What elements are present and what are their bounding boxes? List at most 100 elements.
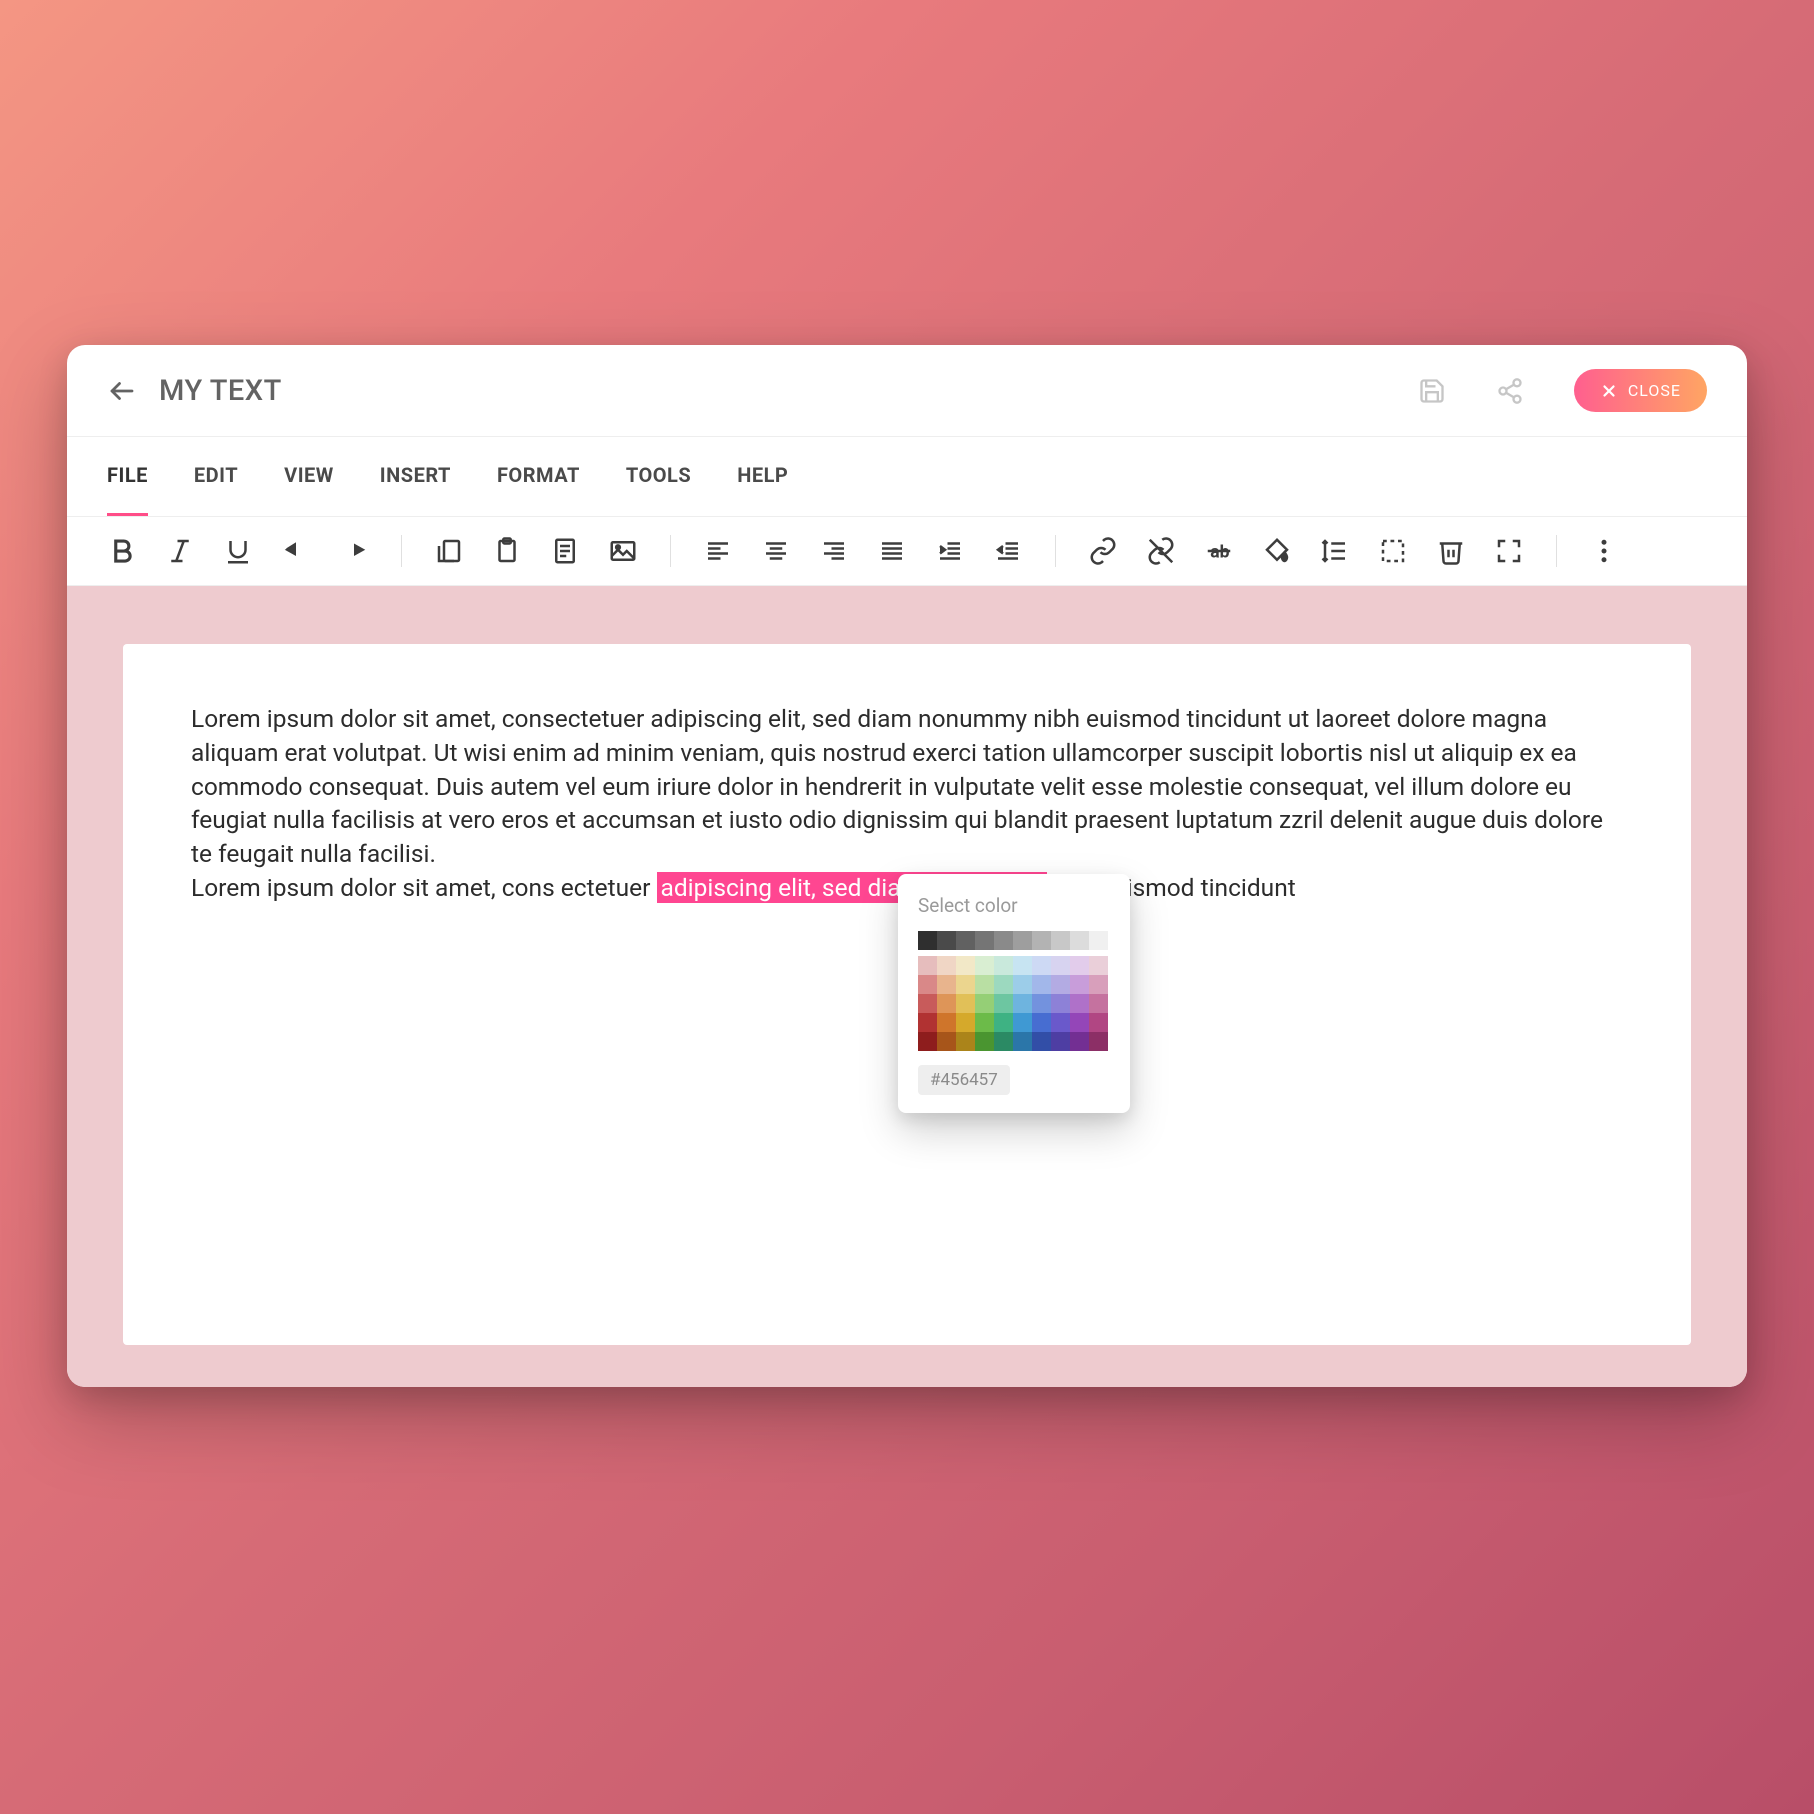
menu-insert[interactable]: INSERT <box>380 437 451 516</box>
color-swatch[interactable] <box>1051 975 1070 994</box>
hex-value[interactable]: #456457 <box>918 1065 1010 1095</box>
color-swatch[interactable] <box>1089 956 1108 975</box>
color-swatch[interactable] <box>956 956 975 975</box>
close-button[interactable]: CLOSE <box>1574 369 1707 412</box>
color-swatch[interactable] <box>918 956 937 975</box>
color-swatch[interactable] <box>937 1032 956 1051</box>
color-swatch[interactable] <box>1089 931 1108 950</box>
color-swatch[interactable] <box>918 931 937 950</box>
paste-button[interactable] <box>492 536 522 566</box>
share-icon[interactable] <box>1496 377 1524 405</box>
color-swatch[interactable] <box>1070 931 1089 950</box>
color-swatch[interactable] <box>1051 931 1070 950</box>
color-swatch[interactable] <box>937 931 956 950</box>
color-swatch[interactable] <box>975 931 994 950</box>
align-justify-button[interactable] <box>877 536 907 566</box>
color-swatch[interactable] <box>1032 956 1051 975</box>
color-swatch[interactable] <box>937 994 956 1013</box>
color-swatch[interactable] <box>956 1013 975 1032</box>
color-swatch[interactable] <box>994 956 1013 975</box>
color-swatch[interactable] <box>1013 994 1032 1013</box>
color-swatch[interactable] <box>956 975 975 994</box>
color-swatch[interactable] <box>1051 1032 1070 1051</box>
color-swatch[interactable] <box>1032 994 1051 1013</box>
color-swatch[interactable] <box>1089 994 1108 1013</box>
color-swatch[interactable] <box>1070 1032 1089 1051</box>
color-swatch[interactable] <box>1070 1013 1089 1032</box>
color-swatch[interactable] <box>1070 956 1089 975</box>
color-swatch[interactable] <box>1051 994 1070 1013</box>
color-swatch[interactable] <box>918 1032 937 1051</box>
menu-view[interactable]: VIEW <box>284 437 334 516</box>
color-swatch[interactable] <box>1089 1013 1108 1032</box>
delete-button[interactable] <box>1436 536 1466 566</box>
color-swatch[interactable] <box>1070 975 1089 994</box>
color-swatch[interactable] <box>994 1013 1013 1032</box>
bold-button[interactable] <box>107 536 137 566</box>
color-swatch[interactable] <box>1013 956 1032 975</box>
close-icon <box>1600 382 1618 400</box>
align-center-button[interactable] <box>761 536 791 566</box>
align-right-button[interactable] <box>819 536 849 566</box>
color-swatch[interactable] <box>1013 931 1032 950</box>
color-swatch[interactable] <box>937 975 956 994</box>
color-swatch[interactable] <box>1032 1032 1051 1051</box>
indent-button[interactable] <box>935 536 965 566</box>
color-swatch[interactable] <box>918 994 937 1013</box>
copy-button[interactable] <box>434 536 464 566</box>
document-button[interactable] <box>550 536 580 566</box>
select-all-button[interactable] <box>1378 536 1408 566</box>
outdent-button[interactable] <box>993 536 1023 566</box>
strikethrough-button[interactable]: ab <box>1204 536 1234 566</box>
redo-button[interactable] <box>339 536 369 566</box>
color-swatch[interactable] <box>1013 1032 1032 1051</box>
color-swatch[interactable] <box>1051 956 1070 975</box>
color-swatch[interactable] <box>994 931 1013 950</box>
color-swatch[interactable] <box>1032 975 1051 994</box>
link-button[interactable] <box>1088 536 1118 566</box>
color-swatch[interactable] <box>956 1032 975 1051</box>
color-swatch[interactable] <box>1013 1013 1032 1032</box>
swatch-row <box>918 1013 1110 1032</box>
color-swatch[interactable] <box>956 931 975 950</box>
color-swatch[interactable] <box>994 1032 1013 1051</box>
more-button[interactable] <box>1589 536 1619 566</box>
menu-edit[interactable]: EDIT <box>194 437 238 516</box>
color-swatch[interactable] <box>994 975 1013 994</box>
color-swatch[interactable] <box>1089 975 1108 994</box>
align-left-button[interactable] <box>703 536 733 566</box>
menu-help[interactable]: HELP <box>737 437 788 516</box>
fullscreen-button[interactable] <box>1494 536 1524 566</box>
color-swatch[interactable] <box>975 1013 994 1032</box>
color-swatch[interactable] <box>975 956 994 975</box>
line-spacing-button[interactable] <box>1320 536 1350 566</box>
color-swatch[interactable] <box>1013 975 1032 994</box>
color-swatch[interactable] <box>937 956 956 975</box>
menu-format[interactable]: FORMAT <box>497 437 580 516</box>
color-swatch[interactable] <box>918 1013 937 1032</box>
undo-button[interactable] <box>281 536 311 566</box>
color-swatch[interactable] <box>1070 994 1089 1013</box>
fill-color-button[interactable] <box>1262 536 1292 566</box>
back-arrow-icon[interactable] <box>107 376 137 406</box>
menu-tools[interactable]: TOOLS <box>626 437 691 516</box>
color-swatch[interactable] <box>1089 1032 1108 1051</box>
italic-button[interactable] <box>165 536 195 566</box>
document-title: MY TEXT <box>159 374 282 408</box>
image-button[interactable] <box>608 536 638 566</box>
color-swatch[interactable] <box>975 994 994 1013</box>
menu-file[interactable]: FILE <box>107 437 148 516</box>
document-page[interactable]: Lorem ipsum dolor sit amet, consectetuer… <box>123 644 1691 1345</box>
save-icon[interactable] <box>1418 377 1446 405</box>
color-swatch[interactable] <box>994 994 1013 1013</box>
color-swatch[interactable] <box>975 975 994 994</box>
color-swatch[interactable] <box>1032 1013 1051 1032</box>
color-swatch[interactable] <box>1051 1013 1070 1032</box>
color-swatch[interactable] <box>1032 931 1051 950</box>
underline-button[interactable] <box>223 536 253 566</box>
color-swatch[interactable] <box>975 1032 994 1051</box>
color-swatch[interactable] <box>956 994 975 1013</box>
color-swatch[interactable] <box>918 975 937 994</box>
unlink-button[interactable] <box>1146 536 1176 566</box>
color-swatch[interactable] <box>937 1013 956 1032</box>
